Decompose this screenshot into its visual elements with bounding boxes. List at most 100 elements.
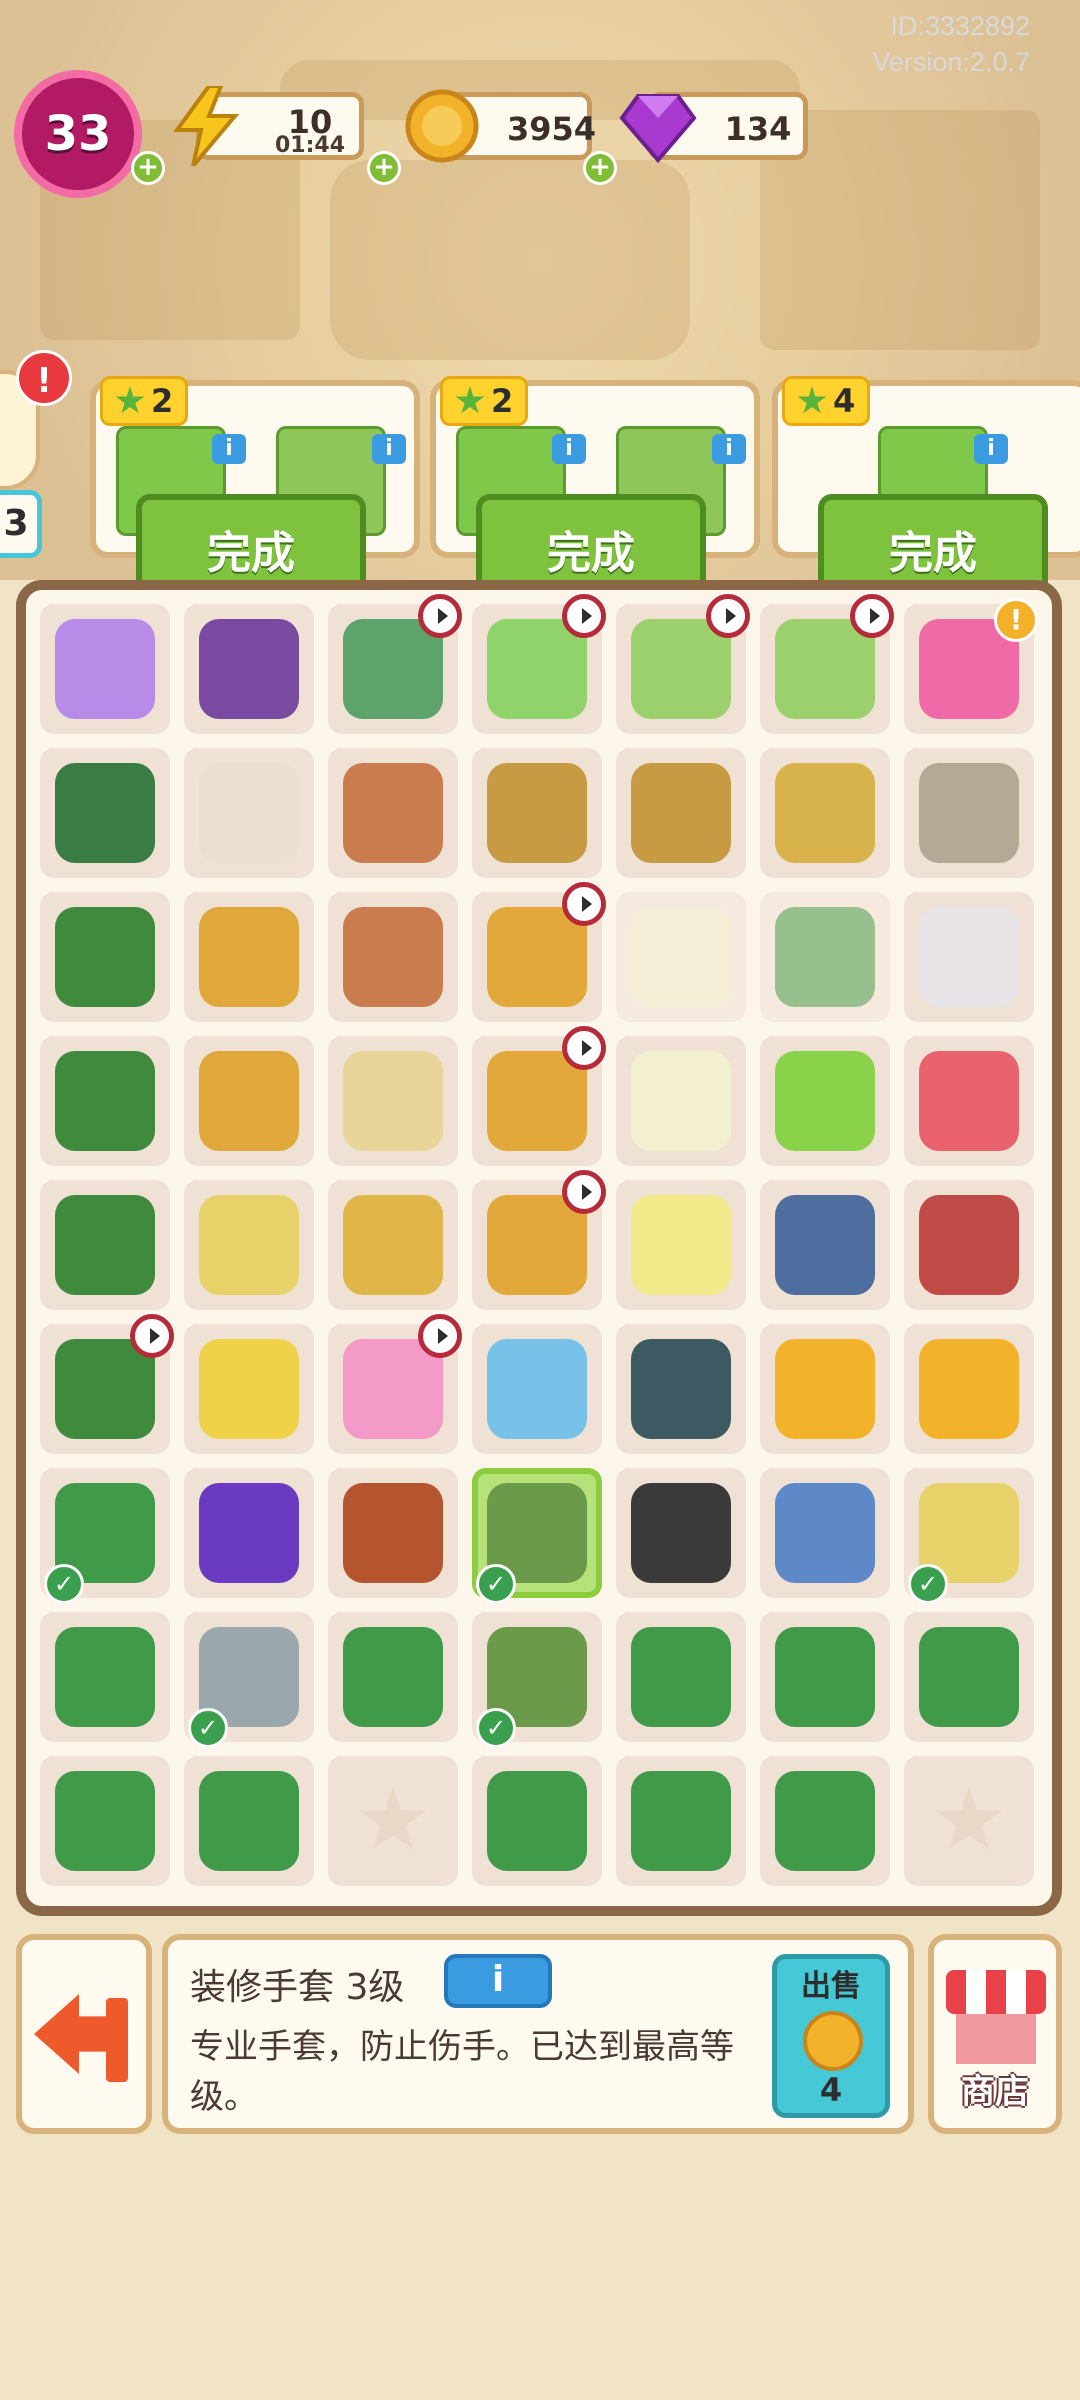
hook-icon[interactable]: [775, 1627, 875, 1727]
order-card-3[interactable]: 4 i 完成: [772, 376, 1080, 604]
goggles-icon[interactable]: [199, 1483, 299, 1583]
toolbox-icon[interactable]: [55, 907, 155, 1007]
grid-cell[interactable]: [184, 604, 314, 734]
grid-cell[interactable]: [40, 1036, 170, 1166]
info-icon[interactable]: i: [712, 434, 746, 464]
grid-cell[interactable]: [184, 1180, 314, 1310]
grid-cell[interactable]: [40, 1180, 170, 1310]
pliers-icon[interactable]: [55, 1771, 155, 1871]
grid-cell[interactable]: [40, 748, 170, 878]
order-card-2[interactable]: 2 i i 完成: [430, 376, 760, 604]
order-card-1[interactable]: 2 i i 完成: [90, 376, 420, 604]
grid-cell[interactable]: [184, 892, 314, 1022]
grid-cell[interactable]: [472, 594, 606, 734]
level-badge[interactable]: 33: [14, 70, 142, 198]
cart-icon[interactable]: [199, 1195, 299, 1295]
box-icon[interactable]: [919, 907, 1019, 1007]
info-icon[interactable]: i: [974, 434, 1008, 464]
grid-cell[interactable]: [904, 748, 1034, 878]
grid-cell[interactable]: [904, 1324, 1034, 1454]
planter-icon[interactable]: [919, 1051, 1019, 1151]
grid-cell[interactable]: ✓: [904, 1468, 1034, 1604]
energy-counter[interactable]: + 10 01:44: [131, 86, 364, 185]
medal-icon[interactable]: [919, 1339, 1019, 1439]
gem-counter[interactable]: + 134: [583, 92, 808, 185]
grid-cell[interactable]: [40, 1612, 170, 1742]
grid-cell[interactable]: ✓: [472, 1468, 602, 1604]
grid-cell[interactable]: [328, 1314, 462, 1454]
toolbox-icon[interactable]: [55, 1051, 155, 1151]
grid-cell[interactable]: [328, 1756, 458, 1886]
energy-cushion-icon[interactable]: [55, 619, 155, 719]
grid-cell[interactable]: [472, 1026, 606, 1166]
screwdriver-icon[interactable]: [919, 1627, 1019, 1727]
gear-cart-icon[interactable]: [631, 1339, 731, 1439]
glass-pot-icon[interactable]: [343, 1051, 443, 1151]
grid-cell[interactable]: [760, 1180, 890, 1310]
grid-cell[interactable]: [904, 1180, 1034, 1310]
grid-cell[interactable]: [760, 892, 890, 1022]
grid-cell[interactable]: [472, 1324, 602, 1454]
toolbox-icon[interactable]: [55, 1195, 155, 1295]
wheelbarrow-icon[interactable]: [919, 1195, 1019, 1295]
grid-cell[interactable]: [760, 594, 894, 734]
grid-cell[interactable]: [184, 1324, 314, 1454]
grid-cell[interactable]: [328, 594, 462, 734]
add-gems-icon[interactable]: +: [583, 151, 617, 185]
grid-cell[interactable]: [616, 1756, 746, 1886]
grid-cell[interactable]: [904, 1612, 1034, 1742]
allen-key-icon[interactable]: [343, 1627, 443, 1727]
grid-cell[interactable]: [616, 1468, 746, 1598]
grid-cell[interactable]: [328, 1180, 458, 1310]
item-info-button[interactable]: i: [444, 1954, 552, 2008]
grid-cell[interactable]: [904, 1756, 1034, 1886]
shop-button[interactable]: 商店: [928, 1934, 1062, 2134]
info-icon[interactable]: i: [372, 434, 406, 464]
grid-cell[interactable]: [184, 1756, 314, 1886]
grid-cell[interactable]: !: [904, 598, 1038, 734]
grid-cell[interactable]: [40, 604, 170, 734]
grid-cell[interactable]: [616, 748, 746, 878]
info-icon[interactable]: i: [212, 434, 246, 464]
grid-cell[interactable]: [760, 1036, 890, 1166]
grid-cell[interactable]: [616, 1180, 746, 1310]
frame-icon[interactable]: [631, 1051, 731, 1151]
coin-counter[interactable]: + 3954: [367, 89, 596, 185]
grid-cell[interactable]: [760, 1468, 890, 1598]
tire-icon[interactable]: [631, 1483, 731, 1583]
wallet-icon[interactable]: [343, 1483, 443, 1583]
grid-cell[interactable]: ✓: [472, 1612, 602, 1748]
grid-cell[interactable]: [616, 1324, 746, 1454]
sell-button[interactable]: 出售 4: [772, 1954, 890, 2118]
plant-pot-icon[interactable]: [343, 1195, 443, 1295]
exit-button[interactable]: [16, 1934, 152, 2134]
grid-cell[interactable]: [616, 594, 750, 734]
screwdriver-icon[interactable]: [487, 1771, 587, 1871]
grid-cell[interactable]: [184, 748, 314, 878]
statue-icon[interactable]: [919, 763, 1019, 863]
grid-cell[interactable]: [760, 1324, 890, 1454]
hacksaw-icon[interactable]: [55, 1627, 155, 1727]
flower-pot-icon[interactable]: [343, 763, 443, 863]
dumbbell-icon[interactable]: [775, 1195, 875, 1295]
grid-cell[interactable]: [616, 1612, 746, 1742]
grid-cell[interactable]: [472, 1756, 602, 1886]
grid-cell[interactable]: [328, 1468, 458, 1598]
printer-icon[interactable]: [487, 1339, 587, 1439]
grid-cell[interactable]: [472, 748, 602, 878]
flower-basket-icon[interactable]: [775, 763, 875, 863]
grid-cell[interactable]: [40, 1756, 170, 1886]
coins-icon[interactable]: [775, 1339, 875, 1439]
tool-crate-icon[interactable]: [199, 619, 299, 719]
hook-icon[interactable]: [631, 1627, 731, 1727]
grid-cell[interactable]: [760, 1756, 890, 1886]
add-coins-icon[interactable]: +: [367, 151, 401, 185]
broken-pot-icon[interactable]: [343, 907, 443, 1007]
grid-cell[interactable]: [904, 1036, 1034, 1166]
grid-cell[interactable]: ✓: [184, 1612, 314, 1748]
hook-icon[interactable]: [199, 1771, 299, 1871]
grid-cell[interactable]: [616, 1036, 746, 1166]
cart-icon[interactable]: [199, 1339, 299, 1439]
grid-cell[interactable]: [760, 1612, 890, 1742]
hook-icon[interactable]: [775, 1771, 875, 1871]
